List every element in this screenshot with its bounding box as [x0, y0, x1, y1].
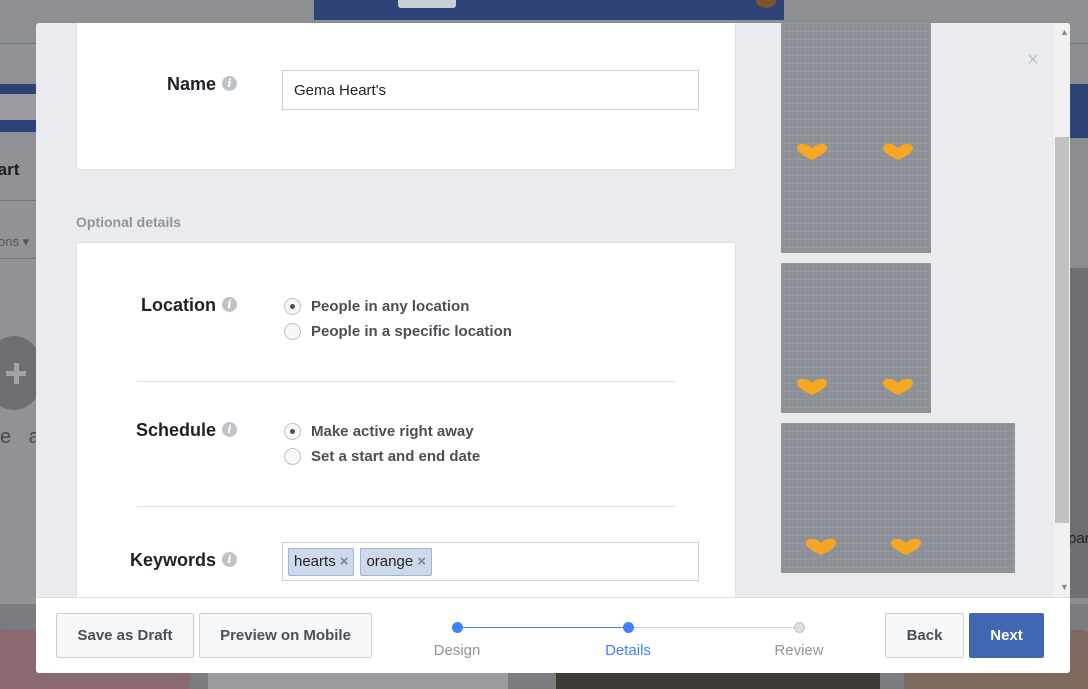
stepper-line-complete: [457, 627, 628, 628]
step-label-design[interactable]: Design: [397, 642, 517, 659]
back-button[interactable]: Back: [885, 613, 964, 658]
info-icon[interactable]: i: [222, 421, 237, 437]
schedule-label: Schedule i: [77, 420, 237, 441]
step-label-review[interactable]: Review: [739, 642, 859, 659]
background-right-band: [1070, 84, 1088, 138]
name-card: Name i: [76, 23, 736, 170]
step-label-details[interactable]: Details: [568, 642, 688, 659]
keyword-tag: orange ×: [360, 547, 432, 576]
heart-icon: [797, 378, 827, 395]
scrollbar-thumb[interactable]: [1055, 137, 1069, 523]
schedule-now-option[interactable]: Make active right away: [284, 420, 474, 442]
background-left-band: [0, 84, 36, 132]
background-heading: tart: [0, 160, 20, 179]
save-as-draft-button[interactable]: Save as Draft: [56, 613, 194, 658]
location-any-option[interactable]: People in any location: [284, 295, 469, 317]
background-banner: [314, 0, 784, 20]
dialog-scroll-area[interactable]: Namei Optional details Locationi People …: [36, 23, 1070, 597]
radio-button[interactable]: [284, 447, 301, 465]
radio-button[interactable]: [284, 322, 301, 340]
background-banner-pill: [398, 0, 456, 8]
scroll-down-arrow-icon[interactable]: ▼: [1060, 582, 1069, 592]
location-specific-option[interactable]: People in a specific location: [284, 320, 512, 342]
preview-on-mobile-button[interactable]: Preview on Mobile: [199, 613, 372, 658]
next-button[interactable]: Next: [969, 613, 1044, 658]
close-icon[interactable]: ×: [1024, 50, 1042, 70]
info-icon[interactable]: i: [222, 296, 237, 312]
heart-icon: [797, 143, 827, 160]
section-divider: [137, 506, 675, 507]
background-ornament: [756, 0, 776, 8]
keywords-input[interactable]: hearts × orange ×: [282, 542, 699, 581]
info-icon[interactable]: i: [222, 75, 237, 91]
step-dot-review: [794, 622, 805, 633]
background-right-text: par: [1068, 530, 1088, 547]
background-divider: [0, 258, 36, 259]
step-dot-details: [623, 622, 634, 633]
radio-button-checked[interactable]: [284, 422, 301, 440]
heart-icon: [883, 378, 913, 395]
remove-tag-icon[interactable]: ×: [417, 553, 426, 570]
remove-tag-icon[interactable]: ×: [340, 553, 349, 570]
radio-button-checked[interactable]: [284, 297, 301, 315]
heart-icon: [883, 143, 913, 160]
frame-preview-square: [781, 23, 931, 253]
info-icon[interactable]: i: [222, 551, 237, 567]
background-right-image: [1070, 268, 1088, 598]
create-frame-dialog: Namei Optional details Locationi People …: [36, 23, 1070, 673]
keyword-tag: hearts ×: [288, 547, 355, 576]
background-divider: [0, 200, 36, 201]
heart-icon: [891, 538, 921, 555]
location-label: Location i: [77, 295, 237, 316]
heart-icon: [806, 538, 836, 555]
step-dot-design: [452, 622, 463, 633]
stepper-line-pending: [628, 627, 799, 628]
scroll-up-arrow-icon[interactable]: ▲: [1060, 27, 1069, 37]
schedule-date-range-option[interactable]: Set a start and end date: [284, 445, 480, 467]
section-divider: [137, 381, 675, 382]
keywords-label: Keywords i: [77, 550, 237, 571]
name-label: Name i: [77, 74, 237, 95]
optional-details-heading: Optional details: [76, 214, 182, 230]
background-options-link: ons ▾: [0, 234, 30, 249]
dialog-footer: Save as Draft Preview on Mobile Design D…: [36, 597, 1070, 673]
optional-details-card: Location i People in any location People …: [76, 242, 736, 597]
frame-preview-wide: [781, 423, 1015, 573]
frame-preview-small: [781, 263, 931, 413]
name-input[interactable]: [282, 70, 699, 110]
